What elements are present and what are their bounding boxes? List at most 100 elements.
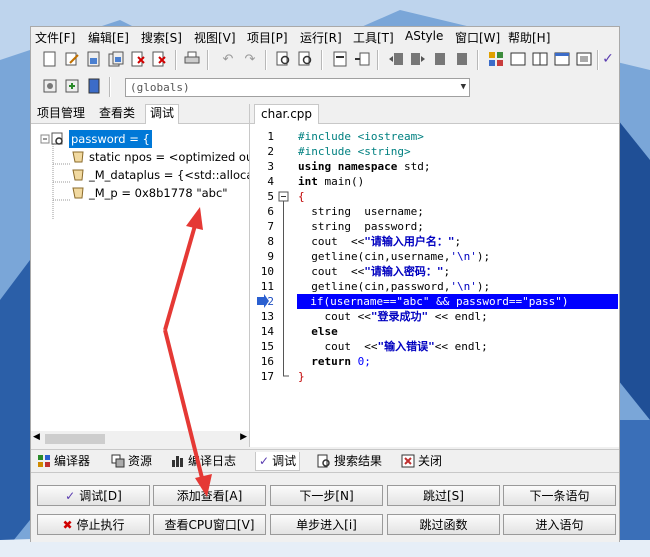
- enter-statement-button[interactable]: 进入语句: [503, 514, 616, 535]
- menu-project[interactable]: 项目[P]: [247, 29, 288, 46]
- goto-line-icon[interactable]: [331, 50, 349, 68]
- tab-resources[interactable]: 资源: [111, 452, 152, 470]
- globals-combo[interactable]: (globals) ▼: [125, 78, 470, 97]
- indent-left-icon[interactable]: [387, 50, 405, 68]
- tab-class-browser[interactable]: 查看类: [95, 105, 139, 122]
- checkmark-icon: ✓: [65, 488, 76, 503]
- menu-edit[interactable]: 编辑[E]: [88, 29, 129, 46]
- close-icon: [401, 454, 415, 468]
- watch-item-label: _M_p = 0x8b1778 "abc": [89, 186, 228, 200]
- tab-close[interactable]: 关闭: [401, 452, 442, 470]
- close-file-icon[interactable]: [129, 50, 147, 68]
- check-syntax-icon[interactable]: ✓: [599, 50, 617, 68]
- scrollbar-thumb[interactable]: [45, 434, 105, 444]
- tab-compiler[interactable]: 编译器: [37, 452, 90, 470]
- line-number: 2: [267, 145, 274, 158]
- layout-grid-icon[interactable]: [487, 50, 505, 68]
- line-number: 9: [267, 250, 274, 263]
- menu-search[interactable]: 搜索[S]: [141, 29, 182, 46]
- code-line-12-current: if(username=="abc" && password=="pass"): [297, 294, 618, 309]
- horizontal-scrollbar[interactable]: ◀ ▶: [31, 431, 249, 447]
- search-results-icon: [317, 454, 330, 468]
- resources-icon: [111, 454, 125, 468]
- menu-astyle[interactable]: AStyle: [405, 29, 443, 43]
- menu-file[interactable]: 文件[F]: [35, 29, 75, 46]
- watch-item-dataplus[interactable]: _M_dataplus = {<std::allocat: [71, 166, 249, 184]
- skip-button[interactable]: 跳过[S]: [387, 485, 500, 506]
- tab-search-results[interactable]: 搜索结果: [317, 452, 382, 470]
- uncomment-icon[interactable]: [453, 50, 471, 68]
- left-panel: 项目管理 查看类 调试 password = { static npos = <…: [31, 104, 250, 447]
- watch-item-mp[interactable]: _M_p = 0x8b1778 "abc": [71, 184, 228, 202]
- skip-function-button[interactable]: 跳过函数: [387, 514, 500, 535]
- save-icon[interactable]: [85, 50, 103, 68]
- watch-field-icon: [72, 151, 84, 163]
- goto-function-icon[interactable]: [353, 50, 371, 68]
- find-icon[interactable]: [275, 50, 293, 68]
- open-file-icon[interactable]: [63, 50, 81, 68]
- window-icon[interactable]: [509, 50, 527, 68]
- code-line-10: cout <<"请输入密码：";: [298, 265, 451, 278]
- project-options-icon[interactable]: [41, 77, 59, 95]
- new-file-icon[interactable]: [41, 50, 59, 68]
- code-line-9: getline(cin,username,'\n');: [298, 250, 491, 263]
- tab-project-manager[interactable]: 项目管理: [33, 105, 89, 122]
- watch-item-npos[interactable]: static npos = <optimized out: [71, 148, 249, 166]
- next-step-button[interactable]: 下一步[N]: [270, 485, 383, 506]
- code-line-17: }: [298, 370, 305, 383]
- panel-window-icon[interactable]: [553, 50, 571, 68]
- line-number: 11: [260, 280, 274, 293]
- remove-from-project-icon[interactable]: [85, 77, 103, 95]
- menu-bar: 文件[F] 编辑[E] 搜索[S] 视图[V] 项目[P] 运行[R] 工具[T…: [31, 27, 619, 46]
- line-number: 8: [267, 235, 274, 248]
- toggle-comment-icon[interactable]: [431, 50, 449, 68]
- scroll-left-icon[interactable]: ◀: [33, 432, 40, 442]
- bar-chart-icon: [172, 456, 183, 467]
- menu-help[interactable]: 帮助[H]: [508, 29, 550, 46]
- line-number: 13: [260, 310, 274, 323]
- next-statement-button[interactable]: 下一条语句: [503, 485, 616, 506]
- split-window-icon[interactable]: [531, 50, 549, 68]
- line-number: 15: [260, 340, 274, 353]
- fold-markers: [278, 191, 289, 377]
- watch-item-label: static npos = <optimized out: [89, 150, 249, 164]
- menu-view[interactable]: 视图[V]: [194, 29, 236, 46]
- fullscreen-icon[interactable]: [575, 50, 593, 68]
- watch-field-icon: [72, 187, 84, 199]
- code-editor: char.cpp 1 2 3 4 5 6 7 8 9 10 11 12 13 1…: [250, 104, 619, 447]
- tab-debug-output[interactable]: ✓ 调试: [255, 452, 301, 471]
- print-icon[interactable]: [183, 50, 201, 68]
- indent-right-icon[interactable]: [409, 50, 427, 68]
- replace-icon[interactable]: [297, 50, 315, 68]
- add-watch-button[interactable]: 添加查看[A]: [153, 485, 266, 506]
- step-into-button[interactable]: 单步进入[i]: [270, 514, 383, 535]
- line-number: 1: [267, 130, 274, 143]
- menu-run[interactable]: 运行[R]: [300, 29, 342, 46]
- code-area[interactable]: #include <iostream> #include <string> us…: [297, 124, 619, 447]
- menu-tools[interactable]: 工具[T]: [353, 29, 394, 46]
- undo-icon[interactable]: ↶: [219, 50, 237, 68]
- save-all-icon[interactable]: [107, 50, 125, 68]
- code-line-4: int main(): [298, 175, 365, 188]
- debug-button[interactable]: ✓ 调试[D]: [37, 485, 150, 506]
- main-toolbar: ↶ ↷ ✓: [31, 47, 619, 73]
- add-to-project-icon[interactable]: [63, 77, 81, 95]
- redo-icon[interactable]: ↷: [241, 50, 259, 68]
- chevron-down-icon[interactable]: ▼: [461, 82, 466, 92]
- watch-item-password[interactable]: password = {: [51, 130, 152, 148]
- editor-tab-char-cpp[interactable]: char.cpp: [254, 104, 320, 124]
- menu-window[interactable]: 窗口[W]: [455, 29, 500, 46]
- code-line-5: {: [298, 190, 305, 203]
- line-number: 3: [267, 160, 274, 173]
- line-number: 17: [260, 370, 274, 383]
- left-panel-tabs: 项目管理 查看类 调试: [31, 104, 249, 124]
- tab-debug[interactable]: 调试: [145, 104, 180, 124]
- scroll-right-icon[interactable]: ▶: [240, 432, 247, 442]
- watch-tree: password = { static npos = <optimized ou…: [31, 124, 249, 424]
- view-cpu-window-button[interactable]: 查看CPU窗口[V]: [153, 514, 266, 535]
- execution-pointer-icon: [257, 294, 269, 308]
- tab-compile-log[interactable]: 编译日志: [171, 452, 236, 470]
- close-all-icon[interactable]: [151, 50, 169, 68]
- code-line-15: cout <<"输入错误"<< endl;: [298, 340, 488, 353]
- stop-execution-button[interactable]: ✖ 停止执行: [37, 514, 150, 535]
